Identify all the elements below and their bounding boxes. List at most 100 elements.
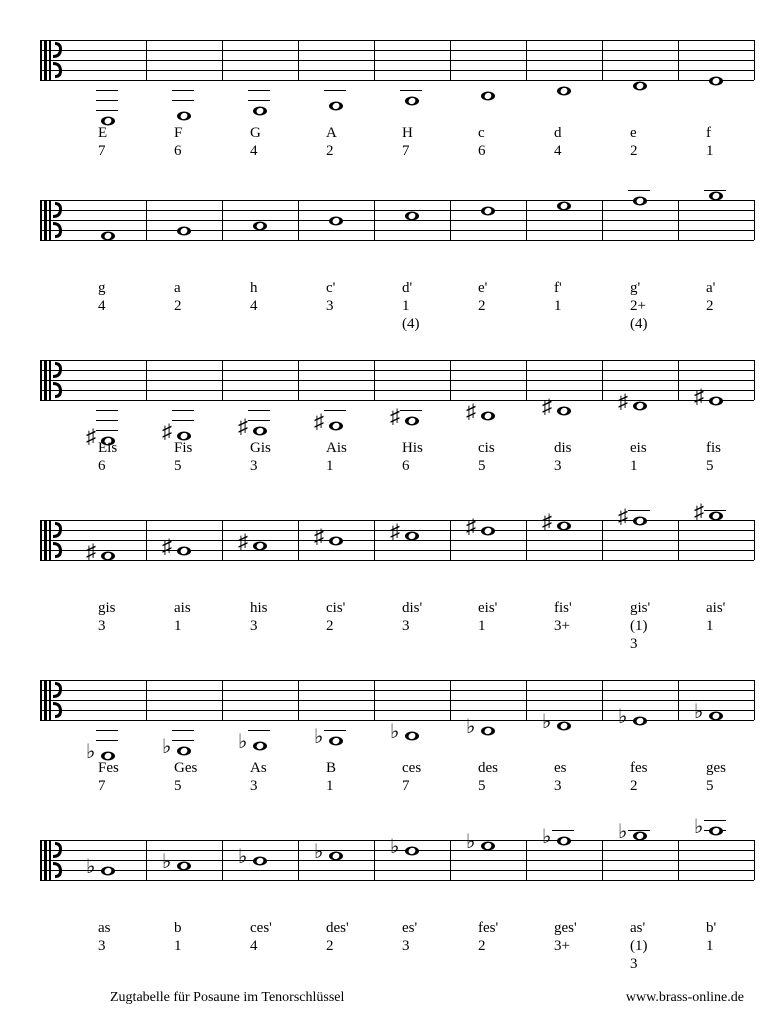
slide-position-label: 1 (554, 298, 604, 315)
sharp-icon: ♯ (618, 512, 628, 522)
note-name-label: gis' (630, 600, 680, 617)
whole-note-icon (480, 204, 496, 216)
flat-icon: ♭ (694, 822, 703, 832)
staff: ♯gis3♯ais1♯his3♯cis'2♯dis'3♯eis'1♯fis'3+… (40, 520, 754, 560)
slide-position-label: 1 (706, 618, 756, 635)
flat-icon: ♭ (694, 707, 703, 717)
flat-icon: ♭ (618, 827, 627, 837)
whole-note-icon (480, 724, 496, 736)
sharp-icon: ♯ (314, 417, 324, 427)
whole-note-icon (328, 214, 344, 226)
note-name-label: des' (326, 920, 376, 937)
slide-position-label: 6 (174, 143, 224, 160)
sharp-icon: ♯ (314, 532, 324, 542)
note-name-label: d (554, 125, 604, 142)
whole-note-icon (176, 744, 192, 756)
whole-note-icon (480, 409, 496, 421)
note-cell: ♭Fes7 (70, 680, 146, 820)
whole-note-icon (404, 209, 420, 221)
whole-note-icon (328, 849, 344, 861)
staff-row: ♭Fes7♭Ges5♭As3♭B1♭ces7♭des5♭es3♭fes2♭ges… (10, 660, 774, 800)
whole-note-icon (252, 854, 268, 866)
slide-position-label: 3 (250, 458, 300, 475)
slide-position-label: 3 (98, 938, 148, 955)
note-cell: F6 (146, 40, 222, 180)
slide-position-label: 4 (98, 298, 148, 315)
note-cell: ♯fis'3+ (526, 520, 602, 660)
note-name-label: f (706, 125, 756, 142)
tenor-clef-icon (44, 840, 66, 885)
slide-position-label: 4 (250, 938, 300, 955)
note-cell: ♭es'3 (374, 840, 450, 980)
slide-position-alt-label: 3 (630, 636, 680, 653)
note-cell: c6 (450, 40, 526, 180)
whole-note-icon (328, 99, 344, 111)
note-name-label: d' (402, 280, 452, 297)
slide-position-label: 3+ (554, 618, 604, 635)
slide-position-label: 7 (402, 778, 452, 795)
slide-position-label: 5 (174, 458, 224, 475)
slide-position-label: 2 (478, 938, 528, 955)
slide-position-label: 7 (98, 143, 148, 160)
whole-note-icon (404, 844, 420, 856)
note-name-label: fes' (478, 920, 528, 937)
sharp-icon: ♯ (466, 407, 476, 417)
sharp-icon: ♯ (390, 412, 400, 422)
sharp-icon: ♯ (162, 542, 172, 552)
slide-position-label: 6 (98, 458, 148, 475)
note-cell: ♭as'(1)3 (602, 840, 678, 980)
note-name-label: Gis (250, 440, 300, 457)
note-cell: ♯cis'2 (298, 520, 374, 660)
whole-note-icon (556, 719, 572, 731)
note-name-label: Ges (174, 760, 224, 777)
whole-note-icon (328, 534, 344, 546)
note-name-label: g (98, 280, 148, 297)
note-cell: ♯ais'1 (678, 520, 754, 660)
note-name-label: es' (402, 920, 452, 937)
note-name-label: c' (326, 280, 376, 297)
tenor-clef-icon (44, 200, 66, 245)
note-name-label: fes (630, 760, 680, 777)
slide-position-alt-label: 3 (630, 956, 680, 973)
slide-position-label: 1 (706, 143, 756, 160)
note-cell: ♯eis'1 (450, 520, 526, 660)
whole-note-icon (252, 219, 268, 231)
sharp-icon: ♯ (694, 507, 704, 517)
flat-icon: ♭ (390, 842, 399, 852)
note-cell: ♯gis3 (70, 520, 146, 660)
whole-note-icon (480, 839, 496, 851)
note-name-label: F (174, 125, 224, 142)
note-cell: ♭As3 (222, 680, 298, 820)
whole-note-icon (632, 79, 648, 91)
whole-note-icon (100, 864, 116, 876)
slide-position-label: 3 (326, 298, 376, 315)
flat-icon: ♭ (238, 737, 247, 747)
note-name-label: es (554, 760, 604, 777)
whole-note-icon (480, 524, 496, 536)
note-name-label: des (478, 760, 528, 777)
whole-note-icon (632, 714, 648, 726)
whole-note-icon (708, 394, 724, 406)
flat-icon: ♭ (466, 722, 475, 732)
flat-icon: ♭ (542, 717, 551, 727)
note-cell: ♯cis5 (450, 360, 526, 500)
note-cell: ♭ces7 (374, 680, 450, 820)
slide-position-label: 2 (706, 298, 756, 315)
note-cell: ♭ges'3+ (526, 840, 602, 980)
note-cell: d4 (526, 40, 602, 180)
note-cell: ♯Eis6 (70, 360, 146, 500)
sharp-icon: ♯ (390, 527, 400, 537)
whole-note-icon (556, 84, 572, 96)
whole-note-icon (328, 734, 344, 746)
flat-icon: ♭ (238, 852, 247, 862)
note-cell: ♭ces'4 (222, 840, 298, 980)
note-cell: e'2 (450, 200, 526, 340)
whole-note-icon (404, 414, 420, 426)
note-name-label: ges' (554, 920, 604, 937)
flat-icon: ♭ (542, 832, 551, 842)
note-name-label: Ais (326, 440, 376, 457)
slide-position-label: 2 (326, 618, 376, 635)
whole-note-icon (556, 404, 572, 416)
note-name-label: H (402, 125, 452, 142)
whole-note-icon (252, 739, 268, 751)
